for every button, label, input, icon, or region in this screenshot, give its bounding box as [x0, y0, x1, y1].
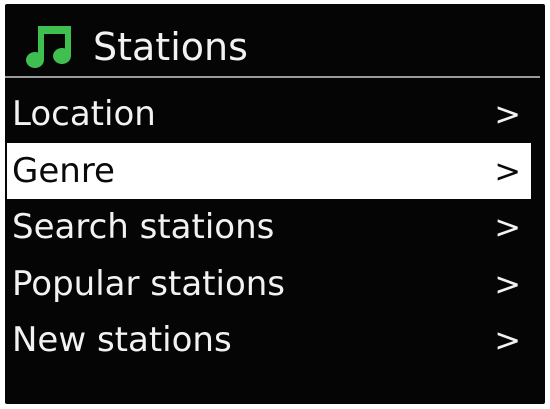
page-title: Stations	[93, 25, 248, 69]
menu-item-genre[interactable]: Genre >	[7, 142, 531, 199]
chevron-right-icon: >	[494, 208, 521, 246]
menu-item-location[interactable]: Location >	[5, 86, 531, 143]
chevron-right-icon: >	[494, 151, 521, 190]
chevron-right-icon: >	[494, 95, 521, 133]
menu-item-search-stations[interactable]: Search stations >	[5, 199, 531, 256]
radio-display: Stations Location > Genre > Search stati…	[5, 4, 545, 404]
menu-item-new-stations[interactable]: New stations >	[5, 312, 531, 369]
menu-item-label: Location	[12, 94, 156, 134]
stations-menu: Location > Genre > Search stations > Pop…	[5, 86, 545, 369]
header: Stations	[5, 4, 545, 76]
menu-item-label: Genre	[12, 150, 115, 191]
header-divider	[5, 76, 540, 78]
menu-item-popular-stations[interactable]: Popular stations >	[5, 256, 531, 313]
music-note-icon	[25, 24, 75, 70]
menu-item-label: Search stations	[12, 207, 275, 247]
menu-item-label: New stations	[12, 320, 232, 360]
chevron-right-icon: >	[494, 321, 521, 359]
chevron-right-icon: >	[494, 264, 521, 303]
menu-item-label: Popular stations	[12, 263, 286, 304]
